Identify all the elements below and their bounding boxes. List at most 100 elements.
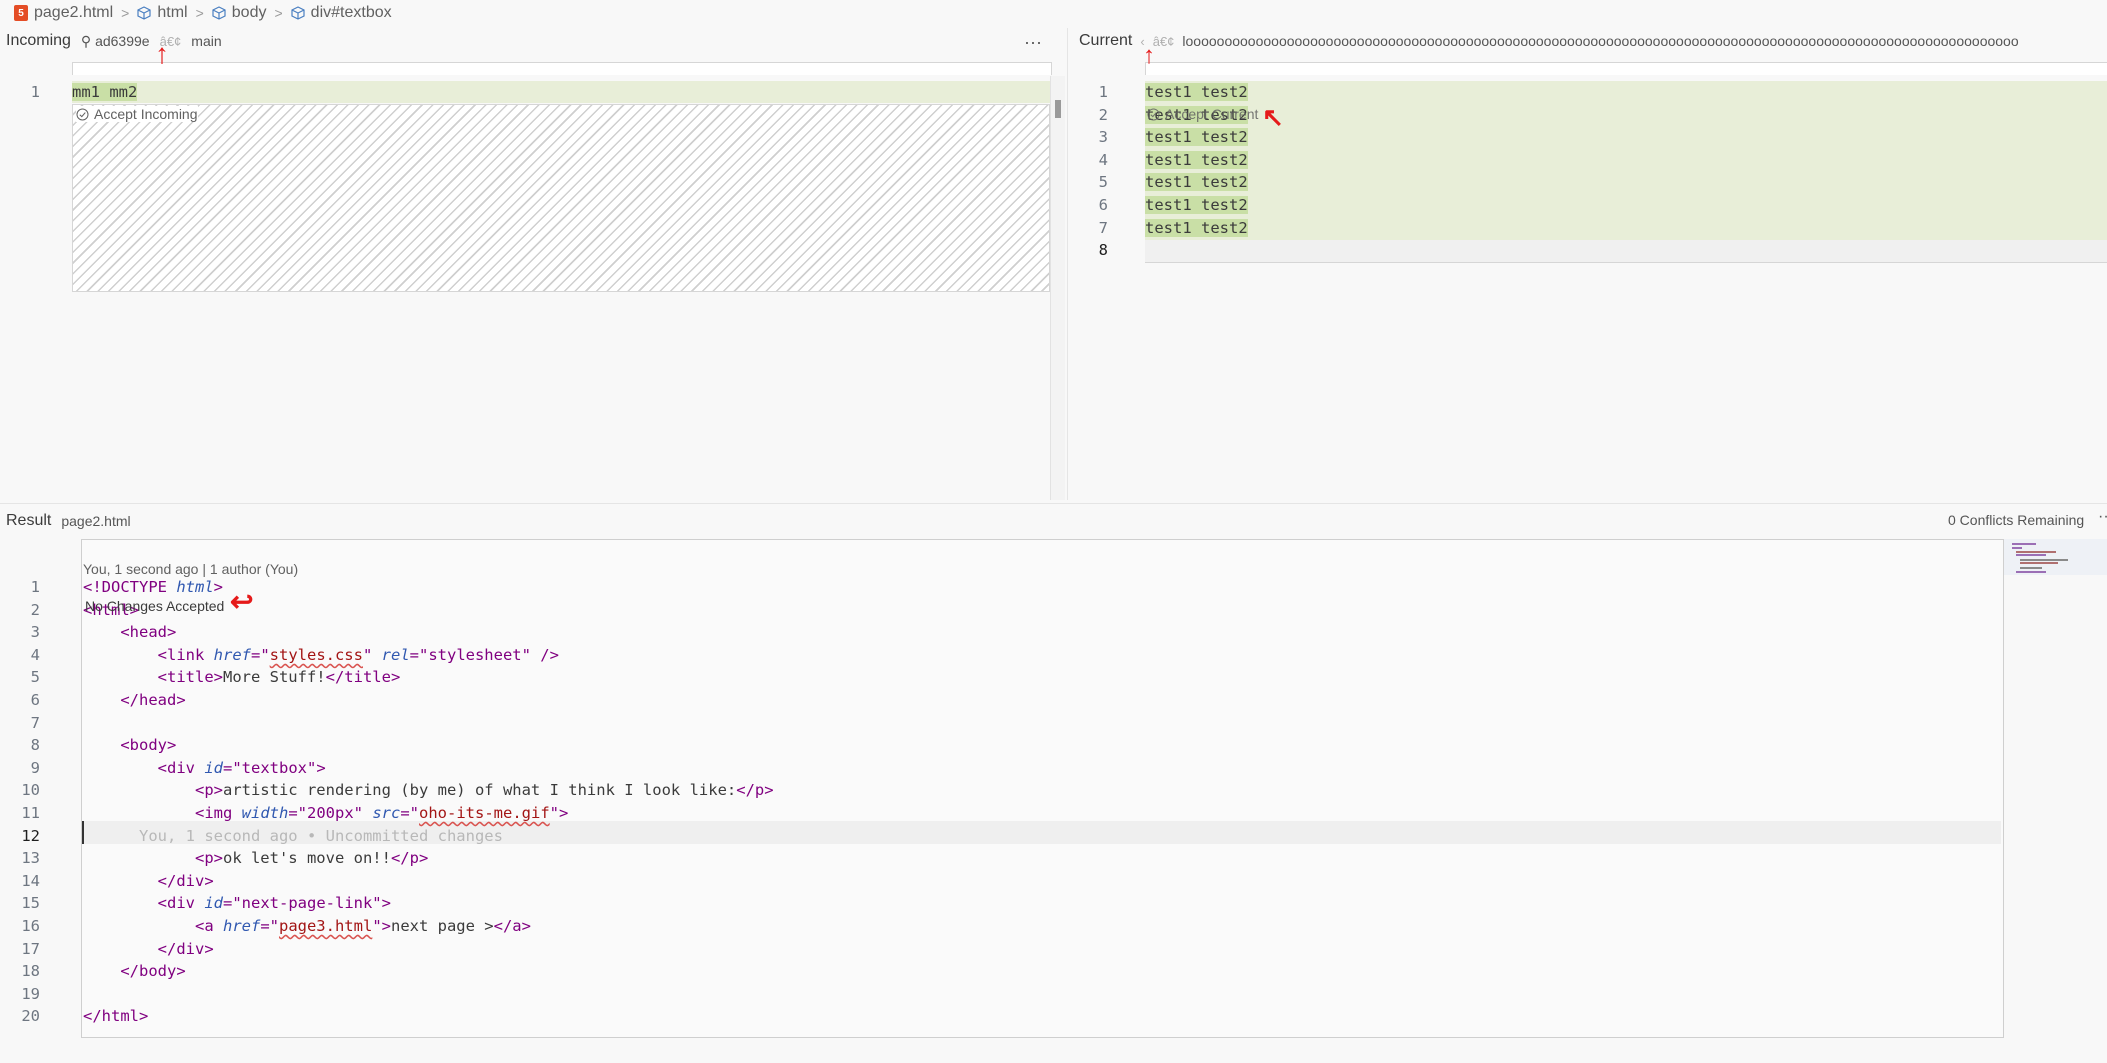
code-line: <body> — [83, 734, 774, 757]
accept-incoming-label: Accept Incoming — [94, 106, 198, 122]
code-token: width — [241, 803, 289, 822]
result-gutter: 1 2 3 4 5 6 7 8 9 10 11 12 13 14 15 16 1… — [0, 576, 50, 1028]
code-token: <a — [194, 916, 223, 935]
current-header: Current ‹ â€¢ loooooooooooooooooooooooooo… — [1079, 32, 2019, 50]
code-token: <body> — [120, 736, 177, 755]
minimap-line — [2020, 567, 2042, 569]
current-line-number: 5 — [1098, 173, 1108, 192]
code-token: next page > — [390, 916, 494, 935]
incoming-scrollbar[interactable] — [1050, 76, 1065, 500]
result-header: Result page2.html — [6, 512, 131, 530]
incoming-scrollbar-thumb[interactable] — [1055, 100, 1061, 118]
code-token: <p> — [194, 781, 223, 800]
accept-incoming-button[interactable]: Accept Incoming — [76, 106, 198, 122]
result-line-number: 11 — [21, 803, 40, 822]
result-line-number: 4 — [30, 645, 40, 664]
blame-codelens[interactable]: You, 1 second ago | 1 author (You) — [83, 561, 298, 577]
current-line: test1 test2 — [1145, 81, 1248, 104]
code-line: <head> — [83, 621, 774, 644]
code-line: <div id="textbox"> — [83, 757, 774, 780]
element-cube-icon — [212, 6, 226, 20]
breadcrumb-file[interactable]: 5 page2.html — [14, 4, 113, 22]
code-line: <link href="styles.css" rel="stylesheet"… — [83, 644, 774, 667]
code-token: <link — [157, 645, 214, 664]
code-line: <a href="page3.html">next page ></a> — [83, 915, 774, 938]
code-token: </p> — [390, 849, 429, 868]
code-token: styles.css — [269, 645, 363, 664]
breadcrumb-item-body[interactable]: body — [212, 4, 267, 22]
minimap-line — [2012, 543, 2036, 545]
breadcrumb-item-html[interactable]: html — [137, 4, 188, 22]
code-token: > — [213, 578, 223, 596]
code-token: oho-its-me.gif — [419, 803, 550, 822]
current-line-text: test1 test2 — [1145, 83, 1248, 101]
annotation-arrow-left-icon: ↩ — [230, 586, 254, 617]
code-line: <p>artistic rendering (by me) of what I … — [83, 779, 774, 802]
result-line-number: 2 — [30, 600, 40, 619]
incoming-editor-top — [72, 62, 1052, 75]
current-line-number: 1 — [1098, 83, 1108, 101]
code-line: </div> — [83, 870, 774, 893]
result-line-number: 18 — [21, 962, 40, 981]
code-token: More Stuff! — [222, 668, 326, 687]
current-line-number: 8 — [1098, 241, 1108, 260]
minimap-line — [2016, 554, 2046, 556]
current-editor-top — [1145, 62, 2107, 75]
result-line-number: 7 — [30, 713, 40, 732]
incoming-commit[interactable]: ⚲ ad6399e — [81, 33, 150, 50]
result-line-number: 12 — [21, 826, 40, 845]
code-token: </div> — [157, 871, 214, 890]
code-line: <img width="200px" src="oho-its-me.gif"> — [83, 802, 774, 825]
current-line-number: 2 — [1098, 105, 1108, 124]
html5-file-icon: 5 — [14, 5, 28, 21]
code-token: =" — [260, 916, 279, 935]
code-token: <p> — [194, 849, 223, 868]
code-token: <title> — [157, 668, 223, 687]
result-line-number: 8 — [30, 736, 40, 755]
current-separator-glyph: â€¢ — [1152, 33, 1175, 49]
inline-blame: You, 1 second ago • Uncommitted changes — [139, 826, 503, 845]
code-token: <div — [157, 758, 205, 777]
result-line-number: 20 — [21, 1007, 40, 1026]
result-line-number: 6 — [30, 690, 40, 709]
breadcrumb-item-label: body — [231, 4, 267, 21]
result-code[interactable]: <!DOCTYPE html> <html> <head> <link href… — [83, 576, 774, 1028]
code-token: html — [176, 578, 214, 596]
code-token: =" — [400, 803, 419, 822]
code-token: href — [213, 645, 251, 664]
code-token: =" — [250, 645, 270, 664]
more-actions-icon[interactable]: ··· — [2098, 508, 2107, 526]
minimap[interactable] — [2004, 539, 2107, 1036]
current-line — [1145, 239, 1248, 262]
current-line-number: 7 — [1098, 218, 1108, 237]
code-token: "> — [372, 916, 391, 935]
result-line-number: 15 — [21, 894, 40, 913]
code-token: </head> — [120, 690, 186, 709]
breadcrumb-file-label: page2.html — [34, 4, 114, 21]
code-token: " — [362, 645, 382, 664]
chevron-right-icon: > — [121, 5, 130, 21]
incoming-line-number: 1 — [30, 83, 40, 101]
breadcrumb: 5 page2.html > html > body > div#textbox — [0, 0, 2107, 26]
code-token: </body> — [120, 962, 186, 981]
breadcrumb-item-textbox[interactable]: div#textbox — [291, 4, 392, 22]
code-token: artistic rendering (by me) of what I thi… — [222, 781, 737, 800]
current-line-8-bg — [1145, 240, 2107, 263]
more-actions-icon[interactable]: ··· — [1024, 32, 1042, 53]
current-line: test1 test2 — [1145, 171, 1248, 194]
code-token: rel — [381, 645, 410, 664]
code-token: <img — [194, 803, 242, 822]
incoming-line[interactable]: mm1 mm2 — [72, 81, 138, 104]
accept-current-button[interactable]: Accept Current — [1147, 106, 1258, 122]
current-line: test1 test2 — [1145, 126, 1248, 149]
current-line-text: test1 test2 — [1145, 218, 1248, 237]
result-line-number: 14 — [21, 871, 40, 890]
check-circle-icon — [76, 108, 89, 120]
incoming-commit-hash: ad6399e — [95, 32, 150, 49]
code-token: ok let's move on!! — [222, 849, 391, 868]
no-changes-accepted-label[interactable]: No Changes Accepted — [85, 598, 224, 614]
result-line-number: 17 — [21, 939, 40, 958]
conflicts-remaining[interactable]: 0 Conflicts Remaining — [1948, 512, 2084, 528]
